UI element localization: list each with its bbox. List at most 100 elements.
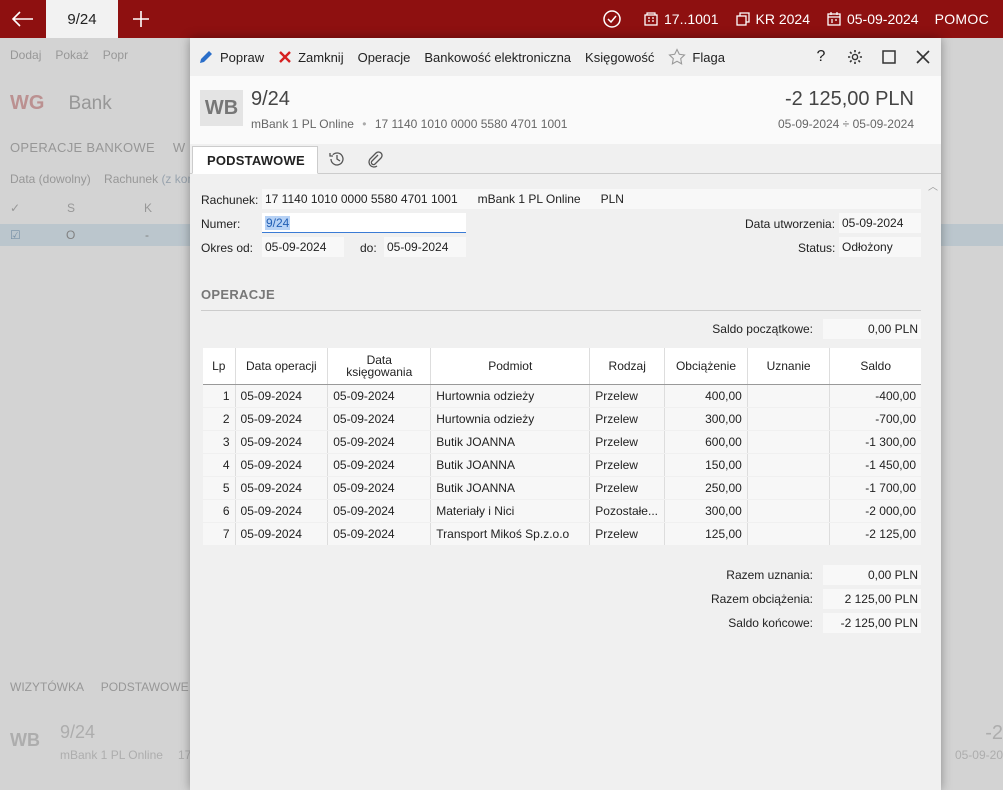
period-to-field[interactable]: 05-09-2024 — [384, 237, 466, 257]
cell-book-date: 05-09-2024 — [327, 407, 432, 431]
col-party[interactable]: Podmiot — [430, 348, 591, 385]
cell-party: Hurtownia odzieży — [430, 407, 591, 431]
table-row[interactable]: 2 05-09-2024 05-09-2024 Hurtownia odzież… — [203, 407, 921, 431]
col-kind[interactable]: Rodzaj — [589, 348, 666, 385]
document-amount: -2 125,00 PLN — [785, 88, 914, 110]
total-credit-label: Razem uznania: — [726, 568, 813, 582]
arrow-left-icon — [12, 11, 33, 27]
cell-kind: Przelew — [589, 453, 666, 477]
col-balance[interactable]: Saldo — [829, 348, 921, 385]
new-tab-button[interactable] — [118, 0, 164, 38]
help-button[interactable]: ? — [811, 46, 831, 68]
window-close-button[interactable] — [913, 46, 933, 68]
cell-kind: Przelew — [589, 522, 666, 546]
register-icon — [735, 12, 750, 26]
flag-label: Flaga — [692, 49, 725, 65]
table-row[interactable]: 4 05-09-2024 05-09-2024 Butik JOANNA Prz… — [203, 453, 921, 477]
cell-lp: 5 — [203, 476, 236, 500]
cell-credit — [747, 476, 831, 500]
total-debit-label: Razem obciążenia: — [710, 592, 813, 606]
tab-basic[interactable]: PODSTAWOWE — [192, 146, 318, 174]
cell-lp: 7 — [203, 522, 236, 546]
cell-lp: 6 — [203, 499, 236, 523]
cell-credit — [747, 453, 831, 477]
col-book-date[interactable]: Data księgowania — [327, 348, 432, 385]
date-label: 05-09-2024 — [846, 11, 919, 27]
maximize-button[interactable] — [879, 46, 899, 68]
operations-button[interactable]: Operacje — [358, 50, 411, 65]
number-value: 9/24 — [265, 215, 291, 230]
history-icon — [329, 152, 344, 166]
document-date-range: 05-09-2024 ÷ 05-09-2024 — [777, 117, 914, 131]
period-from-field[interactable]: 05-09-2024 — [262, 237, 344, 257]
period-to-label: do: — [360, 241, 377, 255]
total-credit-value: 0,00 PLN — [823, 565, 921, 585]
total-debit-value: 2 125,00 PLN — [823, 589, 921, 609]
cell-op-date: 05-09-2024 — [235, 476, 329, 500]
edit-button[interactable]: Popraw — [198, 49, 264, 65]
dialog-tabs: PODSTAWOWE — [190, 144, 941, 174]
cell-balance: -1 300,00 — [829, 430, 921, 454]
cell-op-date: 05-09-2024 — [235, 522, 329, 546]
back-button[interactable] — [0, 0, 46, 38]
number-input[interactable]: 9/24 — [262, 213, 466, 233]
table-row[interactable]: 6 05-09-2024 05-09-2024 Materiały i Nici… — [203, 499, 921, 523]
cell-lp: 1 — [203, 384, 236, 408]
col-credit[interactable]: Uznanie — [747, 348, 831, 385]
tab-history[interactable] — [318, 145, 356, 173]
window-controls: ? — [811, 46, 933, 68]
cell-party: Transport Mikoś Sp.z.o.o — [430, 522, 591, 546]
cell-kind: Pozostałe... — [589, 499, 666, 523]
cell-op-date: 05-09-2024 — [235, 430, 329, 454]
total-credit: Razem uznania: 0,00 PLN — [726, 565, 921, 585]
accounting-label: Księgowość — [585, 49, 655, 65]
cell-book-date: 05-09-2024 — [327, 522, 432, 546]
table-row[interactable]: 5 05-09-2024 05-09-2024 Butik JOANNA Prz… — [203, 476, 921, 500]
cell-book-date: 05-09-2024 — [327, 384, 432, 408]
flag-button[interactable]: Flaga — [668, 48, 725, 66]
col-debit[interactable]: Obciążenie — [664, 348, 748, 385]
close-red-icon — [279, 51, 291, 63]
building-icon — [644, 12, 658, 26]
cell-credit — [747, 499, 831, 523]
close-button[interactable]: Zamknij — [278, 50, 344, 65]
opening-balance-value: 0,00 PLN — [823, 319, 921, 339]
settings-button[interactable] — [845, 46, 865, 68]
document-dialog: Popraw Zamknij Operacje Bankowość elektr… — [190, 38, 941, 790]
status-label: Status: — [798, 241, 836, 255]
period-button[interactable]: 17..1001 — [643, 11, 719, 27]
cell-book-date: 05-09-2024 — [327, 453, 432, 477]
tab-attachments[interactable] — [356, 145, 394, 173]
cell-party: Butik JOANNA — [430, 430, 591, 454]
table-row[interactable]: 7 05-09-2024 05-09-2024 Transport Mikoś … — [203, 522, 921, 546]
table-row[interactable]: 3 05-09-2024 05-09-2024 Butik JOANNA Prz… — [203, 430, 921, 454]
register-button[interactable]: KR 2024 — [735, 11, 810, 27]
cell-book-date: 05-09-2024 — [327, 430, 432, 454]
table-row[interactable]: 1 05-09-2024 05-09-2024 Hurtownia odzież… — [203, 384, 921, 408]
account-label: Rachunek: — [201, 193, 259, 207]
document-tab[interactable]: 9/24 — [46, 0, 118, 38]
status-check-button[interactable] — [602, 9, 627, 29]
cell-balance: -400,00 — [829, 384, 921, 408]
number-label: Numer: — [201, 217, 241, 231]
cell-debit: 400,00 — [664, 384, 748, 408]
date-button[interactable]: 05-09-2024 — [826, 11, 919, 27]
cell-op-date: 05-09-2024 — [235, 499, 329, 523]
col-op-date[interactable]: Data operacji — [235, 348, 329, 385]
cell-op-date: 05-09-2024 — [235, 407, 329, 431]
gear-icon — [848, 50, 862, 64]
cell-debit: 150,00 — [664, 453, 748, 477]
register-label: KR 2024 — [755, 11, 810, 27]
cell-debit: 300,00 — [664, 407, 748, 431]
top-bar: 9/24 17..1001 KR 2024 05-09-2024 POMOC — [0, 0, 1003, 38]
scroll-up-icon[interactable]: ︿ — [928, 178, 938, 193]
header-bank: mBank 1 PL Online — [251, 117, 354, 131]
ebanking-button[interactable]: Bankowość elektroniczna — [424, 50, 571, 65]
help-link[interactable]: POMOC — [935, 11, 989, 27]
col-lp[interactable]: Lp — [203, 348, 236, 385]
cell-kind: Przelew — [589, 476, 666, 500]
operations-label: Operacje — [357, 49, 411, 65]
accounting-button[interactable]: Księgowość — [585, 50, 654, 65]
period-label: 17..1001 — [664, 11, 719, 27]
cell-op-date: 05-09-2024 — [235, 384, 329, 408]
